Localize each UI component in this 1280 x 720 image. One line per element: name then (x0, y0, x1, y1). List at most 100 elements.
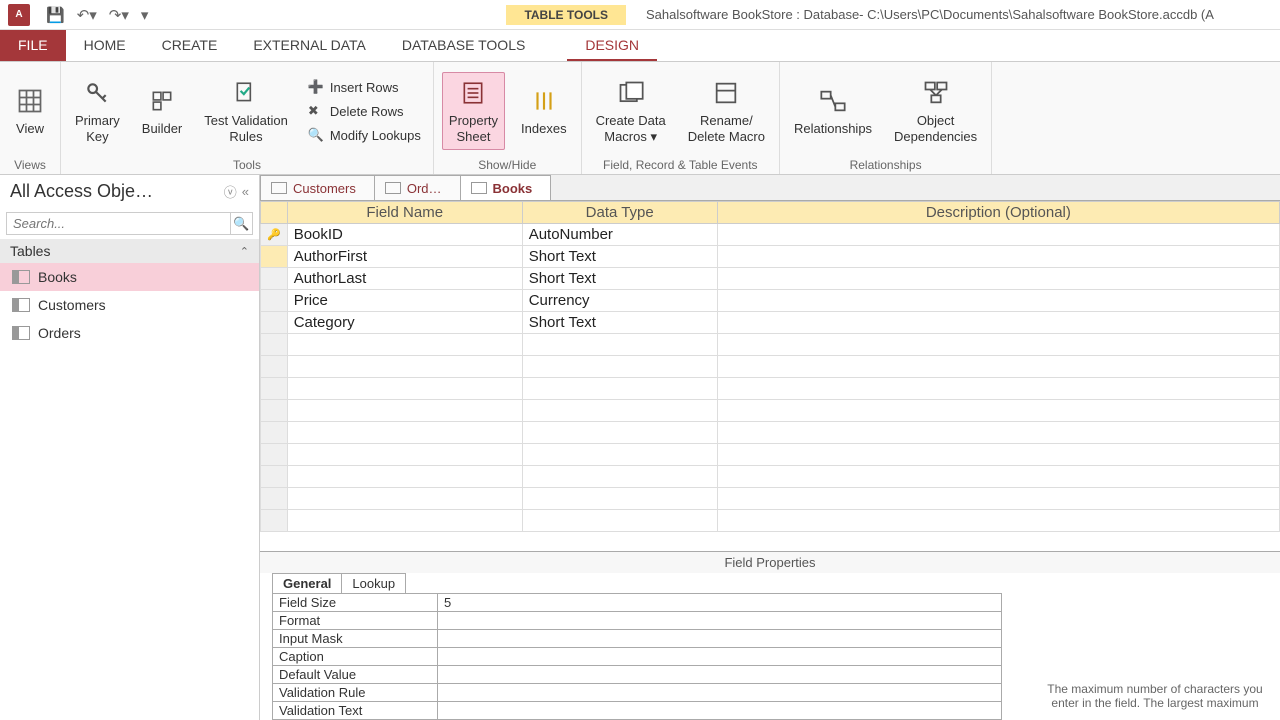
relationships-button[interactable]: Relationships (788, 81, 878, 141)
table-icon (12, 270, 30, 284)
document-tabs: Customers Ord… Books (260, 175, 1280, 201)
table-row[interactable]: 🔑BookIDAutoNumber (261, 224, 1280, 246)
primary-key-button[interactable]: Primary Key (69, 73, 126, 148)
create-data-macros-button[interactable]: Create Data Macros ▾ (590, 73, 672, 148)
table-row-empty[interactable] (261, 422, 1280, 444)
indexes-button[interactable]: Indexes (515, 81, 573, 141)
tab-create[interactable]: CREATE (144, 30, 236, 61)
table-row[interactable]: AuthorFirstShort Text (261, 246, 1280, 268)
redo-icon[interactable]: ↷▾ (109, 6, 129, 24)
table-row-empty[interactable] (261, 466, 1280, 488)
rename-delete-macro-button[interactable]: Rename/ Delete Macro (682, 73, 771, 148)
table-row-empty[interactable] (261, 488, 1280, 510)
rename-macro-icon (710, 77, 742, 109)
table-row-empty[interactable] (261, 444, 1280, 466)
prop-row[interactable]: Field Size5 (273, 594, 1002, 612)
tab-design[interactable]: DESIGN (567, 30, 657, 61)
nav-dropdown-icon[interactable]: ⓥ (224, 182, 237, 201)
props-tab-lookup[interactable]: Lookup (341, 573, 406, 593)
relationships-icon (817, 85, 849, 117)
table-icon (12, 298, 30, 312)
document-area: Customers Ord… Books Field Name Data Typ… (260, 175, 1280, 720)
context-tab-label: TABLE TOOLS (506, 5, 626, 25)
table-icon (271, 182, 287, 194)
tab-home[interactable]: HOME (66, 30, 144, 61)
ribbon-group-relationships: Relationships Object Dependencies Relati… (780, 62, 992, 174)
test-validation-button[interactable]: Test Validation Rules (198, 73, 294, 148)
table-row-empty[interactable] (261, 510, 1280, 532)
builder-button[interactable]: Builder (136, 81, 188, 141)
indexes-icon (528, 85, 560, 117)
nav-item-orders[interactable]: Orders (0, 319, 259, 347)
view-button[interactable]: View (8, 81, 52, 141)
nav-item-books[interactable]: Books (0, 263, 259, 291)
grid-icon (14, 85, 46, 117)
props-tab-general[interactable]: General (272, 573, 342, 593)
prop-row[interactable]: Format (273, 612, 1002, 630)
design-grid[interactable]: Field Name Data Type Description (Option… (260, 201, 1280, 551)
field-props-title: Field Properties (260, 552, 1280, 573)
prop-row[interactable]: Input Mask (273, 630, 1002, 648)
chevron-up-icon: ⌃ (240, 245, 249, 258)
prop-row[interactable]: Validation Rule (273, 684, 1002, 702)
search-input[interactable] (7, 213, 230, 234)
nav-collapse-icon[interactable]: « (242, 184, 249, 199)
table-row[interactable]: CategoryShort Text (261, 312, 1280, 334)
nav-header[interactable]: All Access Obje… ⓥ « (0, 175, 259, 208)
insert-row-icon: ➕ (308, 79, 324, 95)
table-row-empty[interactable] (261, 334, 1280, 356)
delete-rows-button[interactable]: ✖Delete Rows (304, 101, 425, 121)
object-dependencies-button[interactable]: Object Dependencies (888, 73, 983, 148)
prop-row[interactable]: Validation Text (273, 702, 1002, 720)
table-icon (12, 326, 30, 340)
props-table[interactable]: Field Size5FormatInput MaskCaptionDefaul… (272, 593, 1002, 720)
field-properties: Field Properties General Lookup Field Si… (260, 551, 1280, 720)
save-icon[interactable]: 💾 (46, 6, 65, 24)
window-title: Sahalsoftware BookStore : Database- C:\U… (646, 7, 1214, 22)
group-label: Relationships (788, 156, 983, 172)
group-label: Tools (69, 156, 425, 172)
table-row-empty[interactable] (261, 356, 1280, 378)
ribbon-group-views: View Views (0, 62, 61, 174)
ribbon-group-tools: Primary Key Builder Test Validation Rule… (61, 62, 434, 174)
table-row[interactable]: PriceCurrency (261, 290, 1280, 312)
group-label: Show/Hide (442, 156, 573, 172)
lookup-icon: 🔍 (308, 127, 324, 143)
access-app-icon: A (8, 4, 30, 26)
prop-row[interactable]: Default Value (273, 666, 1002, 684)
navigation-pane: All Access Obje… ⓥ « 🔍 Tables⌃ Books Cus… (0, 175, 260, 720)
ribbon-tabs: FILE HOME CREATE EXTERNAL DATA DATABASE … (0, 30, 1280, 62)
undo-icon[interactable]: ↶▾ (77, 6, 97, 24)
titlebar: A 💾 ↶▾ ↷▾ ▾ TABLE TOOLS Sahalsoftware Bo… (0, 0, 1280, 30)
group-label: Field, Record & Table Events (590, 156, 771, 172)
validation-icon (230, 77, 262, 109)
table-row[interactable]: AuthorLastShort Text (261, 268, 1280, 290)
doc-tab-books[interactable]: Books (460, 175, 552, 200)
tab-external-data[interactable]: EXTERNAL DATA (235, 30, 384, 61)
ribbon: View Views Primary Key Builder Test Vali… (0, 62, 1280, 175)
table-row-empty[interactable] (261, 400, 1280, 422)
group-label: Views (8, 156, 52, 172)
doc-tab-orders[interactable]: Ord… (374, 175, 461, 200)
builder-icon (146, 85, 178, 117)
insert-rows-button[interactable]: ➕Insert Rows (304, 77, 425, 97)
props-help-text: The maximum number of characters you ent… (1040, 682, 1270, 710)
property-sheet-button[interactable]: Property Sheet (442, 72, 505, 149)
tab-file[interactable]: FILE (0, 30, 66, 61)
prop-row[interactable]: Caption (273, 648, 1002, 666)
nav-title: All Access Obje… (10, 181, 219, 202)
search-icon[interactable]: 🔍 (230, 213, 252, 234)
ribbon-group-events: Create Data Macros ▾ Rename/ Delete Macr… (582, 62, 780, 174)
property-sheet-icon (457, 77, 489, 109)
table-row-empty[interactable] (261, 378, 1280, 400)
qat-more-icon[interactable]: ▾ (141, 6, 149, 24)
tab-database-tools[interactable]: DATABASE TOOLS (384, 30, 543, 61)
nav-group-tables[interactable]: Tables⌃ (0, 239, 259, 263)
grid-header-row: Field Name Data Type Description (Option… (261, 202, 1280, 224)
doc-tab-customers[interactable]: Customers (260, 175, 375, 200)
work-area: All Access Obje… ⓥ « 🔍 Tables⌃ Books Cus… (0, 175, 1280, 720)
nav-item-customers[interactable]: Customers (0, 291, 259, 319)
modify-lookups-button[interactable]: 🔍Modify Lookups (304, 125, 425, 145)
nav-search: 🔍 (6, 212, 253, 235)
quick-access-toolbar: 💾 ↶▾ ↷▾ ▾ (38, 6, 156, 24)
